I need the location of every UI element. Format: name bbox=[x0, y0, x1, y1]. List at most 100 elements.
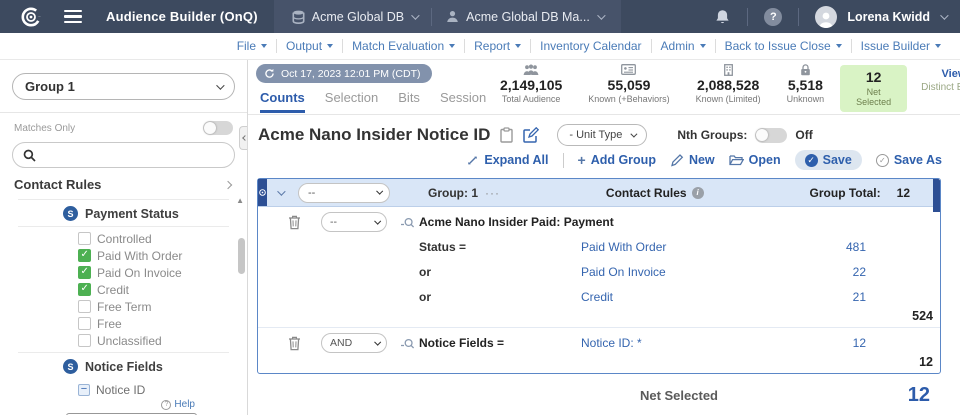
group-operator-select[interactable]: -- bbox=[298, 183, 390, 203]
group-menu-ellipsis[interactable]: ··· bbox=[485, 186, 500, 200]
save-as-button[interactable]: ✓ Save As bbox=[876, 153, 942, 167]
unit-type-dropdown[interactable]: - Unit Type bbox=[557, 124, 647, 146]
notice-id-item[interactable]: − Notice ID bbox=[0, 379, 247, 397]
divider bbox=[431, 8, 432, 26]
net-selected-label: Net Selected bbox=[640, 388, 718, 403]
profile-selector[interactable]: Acme Global DB Ma... bbox=[438, 10, 611, 24]
rule-operator-select[interactable]: -- bbox=[321, 212, 387, 232]
delete-rule-icon[interactable] bbox=[288, 215, 301, 230]
group-scrollbar[interactable] bbox=[933, 179, 940, 212]
user-menu[interactable]: Lorena Kwidd bbox=[847, 10, 930, 24]
checkbox-free[interactable]: Free bbox=[0, 315, 247, 332]
notifications-bell-icon[interactable] bbox=[714, 8, 731, 26]
info-icon[interactable]: i bbox=[692, 187, 704, 199]
brand-logo-icon bbox=[20, 6, 42, 28]
net-selected-value: 12 bbox=[718, 384, 930, 407]
new-button[interactable]: New bbox=[670, 153, 715, 167]
count-summary: Net Selected 12 Copy Count Select bbox=[248, 384, 930, 415]
caret-down-icon bbox=[449, 44, 455, 48]
user-avatar[interactable] bbox=[815, 6, 837, 28]
checkbox-credit[interactable]: Credit bbox=[0, 281, 247, 298]
count-tabs: Counts Selection Bits Session bbox=[256, 90, 496, 113]
open-button[interactable]: Open bbox=[729, 153, 781, 167]
checkbox-paid-with-order[interactable]: Paid With Order bbox=[0, 247, 247, 264]
tab-selection[interactable]: Selection bbox=[325, 90, 378, 113]
copy-clipboard-icon[interactable] bbox=[500, 127, 513, 143]
tab-counts[interactable]: Counts bbox=[260, 90, 305, 113]
chevron-down-icon bbox=[374, 217, 380, 223]
group-drag-bar[interactable] bbox=[258, 179, 267, 206]
menu-file[interactable]: File bbox=[228, 39, 276, 53]
tab-bits[interactable]: Bits bbox=[398, 90, 420, 113]
group-total: Group Total: 12 bbox=[810, 186, 910, 200]
caret-down-icon bbox=[515, 44, 521, 48]
divider bbox=[747, 8, 748, 26]
sidebar-collapse-handle[interactable] bbox=[239, 126, 248, 150]
edit-title-icon[interactable] bbox=[523, 127, 539, 143]
criteria-value-link[interactable]: Notice ID: * bbox=[581, 336, 771, 350]
contact-rules-header[interactable]: Contact Rules bbox=[0, 168, 247, 199]
checkbox-icon bbox=[78, 300, 91, 313]
expand-all-button[interactable]: Expand All bbox=[466, 153, 548, 167]
menu-admin[interactable]: Admin bbox=[652, 39, 715, 53]
rule-criteria-line: Status = Paid With Order 481 bbox=[258, 234, 940, 259]
lookup-search-icon[interactable] bbox=[400, 217, 415, 228]
criteria-count[interactable]: 21 bbox=[771, 290, 866, 304]
id-card-icon bbox=[621, 64, 636, 75]
help-link[interactable]: ? Help bbox=[161, 399, 195, 410]
sidebar: Group 1 Matches Only Contact Rules S Pay… bbox=[0, 60, 248, 415]
add-group-button[interactable]: + Add Group bbox=[578, 152, 656, 168]
group-select[interactable]: Group 1 bbox=[12, 73, 235, 100]
criteria-count[interactable]: 481 bbox=[771, 240, 866, 254]
menu-issue-builder[interactable]: Issue Builder bbox=[852, 39, 950, 53]
delete-rule-icon[interactable] bbox=[288, 336, 301, 351]
save-button[interactable]: ✓ Save bbox=[795, 150, 862, 170]
group-label: Group: 1 bbox=[428, 186, 478, 200]
criteria-connector: or bbox=[419, 290, 581, 304]
stat-known-behaviors: 55,059 Known (+Behaviors) bbox=[588, 64, 669, 104]
rule-operator-select[interactable]: AND bbox=[321, 333, 387, 353]
collapse-left-icon bbox=[242, 135, 248, 141]
checkbox-unclassified[interactable]: Unclassified bbox=[0, 332, 247, 349]
lookup-search-icon[interactable] bbox=[400, 338, 415, 349]
help-icon[interactable]: ? bbox=[764, 8, 782, 26]
criteria-value-link[interactable]: Paid On Invoice bbox=[581, 265, 771, 279]
criteria-count[interactable]: 12 bbox=[771, 336, 866, 350]
group-total-value: 12 bbox=[897, 186, 910, 200]
group-collapse-chevron-icon[interactable] bbox=[277, 187, 285, 195]
rule-subtotal: 524 bbox=[258, 309, 940, 325]
check-circle-outline-icon: ✓ bbox=[876, 154, 889, 167]
criteria-count[interactable]: 22 bbox=[771, 265, 866, 279]
menu-back-to-issue-close[interactable]: Back to Issue Close bbox=[716, 39, 851, 53]
group-target-icon bbox=[259, 189, 266, 196]
view-distinct-emails[interactable]: View Distinct Emails bbox=[921, 68, 960, 93]
checkbox-free-term[interactable]: Free Term bbox=[0, 298, 247, 315]
sidebar-search[interactable] bbox=[12, 142, 235, 168]
menu-match-evaluation[interactable]: Match Evaluation bbox=[343, 39, 464, 53]
criteria-value-link[interactable]: Credit bbox=[581, 290, 771, 304]
checkbox-paid-on-invoice[interactable]: Paid On Invoice bbox=[0, 264, 247, 281]
sidebar-scrollbar[interactable] bbox=[238, 238, 245, 274]
nth-groups-toggle[interactable] bbox=[755, 128, 787, 143]
caret-down-icon bbox=[261, 44, 267, 48]
building-icon bbox=[724, 64, 733, 76]
group-box: -- Group: 1 ··· Contact Rules i Group To… bbox=[257, 178, 941, 374]
net-selected-box: 12 Net Selected bbox=[840, 65, 907, 112]
refresh-timestamp-pill[interactable]: Oct 17, 2023 12:01 PM (CDT) bbox=[256, 64, 432, 83]
search-input[interactable] bbox=[42, 148, 224, 162]
database-selector[interactable]: Acme Global DB bbox=[284, 10, 425, 24]
menu-output[interactable]: Output bbox=[277, 39, 342, 53]
menu-report[interactable]: Report bbox=[465, 39, 530, 53]
checkbox-controlled[interactable]: Controlled bbox=[0, 230, 247, 247]
tab-session[interactable]: Session bbox=[440, 90, 486, 113]
chevron-down-icon bbox=[376, 188, 382, 194]
chevron-down-icon bbox=[940, 11, 948, 19]
scroll-up-icon[interactable]: ▲ bbox=[236, 196, 244, 205]
matches-only-toggle[interactable] bbox=[203, 121, 233, 135]
collapse-minus-icon: − bbox=[78, 384, 90, 396]
menu-hamburger-icon[interactable] bbox=[64, 10, 82, 24]
menu-inventory-calendar[interactable]: Inventory Calendar bbox=[531, 39, 650, 53]
app-title: Audience Builder (OnQ) bbox=[106, 9, 258, 24]
criteria-value-link[interactable]: Paid With Order bbox=[581, 240, 771, 254]
audience-stats: 2,149,105 Total Audience 55,059 Known (+… bbox=[500, 64, 824, 104]
